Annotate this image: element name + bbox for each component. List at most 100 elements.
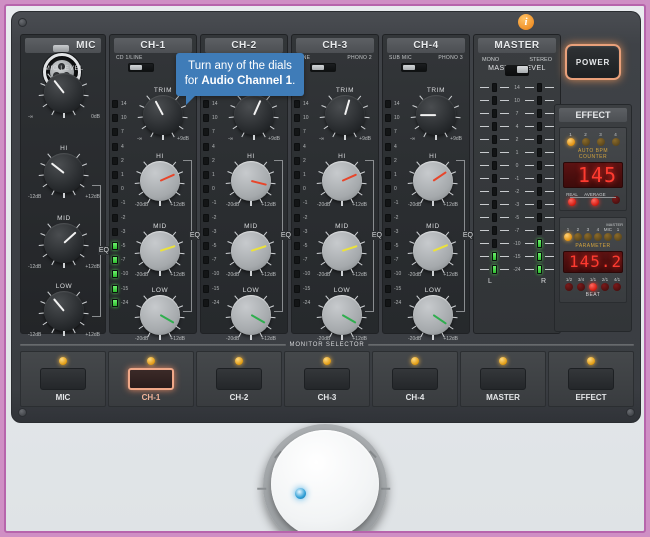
- monitor-button-ch-3[interactable]: CH-3: [284, 351, 370, 407]
- channel-strips: MIC MIC LEVEL -∞ 0dB HI -12dB +12dB MID -12dB +1…: [20, 34, 634, 342]
- mic-eq-bracket: EQ: [92, 185, 110, 317]
- master-led-left: [491, 174, 497, 183]
- monitor-button-effect[interactable]: EFFECT: [548, 351, 634, 407]
- ch-3-source-switch[interactable]: LINE PHONO 2: [292, 55, 378, 72]
- monitor-pad[interactable]: [40, 367, 86, 390]
- monitor-pad[interactable]: [392, 367, 438, 390]
- monitor-label: CH-2: [229, 392, 249, 402]
- ch-4-hi-dial[interactable]: [413, 161, 453, 206]
- mic-knob-mic-level: MIC LEVEL -∞ 0dB: [21, 65, 107, 120]
- tooltip-callout: Turn any of the dials for Audio Channel …: [176, 53, 304, 106]
- jog-position-led: [295, 488, 306, 499]
- monitor-caption: MONITOR SELECTOR: [289, 342, 365, 348]
- monitor-button-ch-1[interactable]: CH-1: [108, 351, 194, 407]
- strip-master-title: MASTER: [478, 38, 556, 53]
- master-led-left: [491, 83, 497, 92]
- bpm-mode-2[interactable]: [611, 195, 620, 204]
- bpm-lamp-0[interactable]: 1: [566, 132, 575, 146]
- ch-4-trim-dial[interactable]: [416, 95, 456, 140]
- bpm-lamp-3[interactable]: 4: [611, 132, 620, 146]
- ch-1-trim-dial[interactable]: [143, 95, 183, 140]
- tooltip-text-1: Turn any of the: [188, 60, 269, 72]
- bpm-lamp-row: 1234: [563, 132, 623, 146]
- beat-4[interactable]: 4/1: [613, 277, 621, 291]
- power-button[interactable]: POWER: [565, 44, 621, 80]
- monitor-label: CH-4: [405, 392, 425, 402]
- xlr-latch-tab: [53, 45, 69, 52]
- param-lamp-2[interactable]: 3: [583, 227, 592, 241]
- master-led-right: [537, 239, 543, 248]
- ch-3-hi-dial[interactable]: [322, 161, 362, 206]
- monitor-button-master[interactable]: MASTER: [460, 351, 546, 407]
- mic-knob-low-dial[interactable]: [44, 291, 84, 336]
- ch-2-mid-dial[interactable]: [231, 231, 271, 276]
- master-meter: 14 10 7 4 2 1 0 -1 -2 -3 -5 -7 -10 -15 -24: [480, 81, 554, 276]
- master-led-left: [491, 265, 497, 274]
- mic-knob-hi-dial[interactable]: [44, 153, 84, 198]
- master-led-right: [537, 148, 543, 157]
- mic-knob-mic-level-dial[interactable]: [44, 73, 84, 118]
- monitor-pad[interactable]: [128, 367, 174, 390]
- param-lamp-5[interactable]: 1: [613, 227, 622, 241]
- ch-1-mid-dial[interactable]: [140, 231, 180, 276]
- ch-3-trim-dial[interactable]: [325, 95, 365, 140]
- ch-3-eq-bracket: EQ: [365, 160, 383, 312]
- beat-3[interactable]: 2/1: [601, 277, 609, 291]
- ch-4-low-dial[interactable]: [413, 295, 453, 340]
- master-led-left: [491, 161, 497, 170]
- master-led-right: [537, 200, 543, 209]
- ch-2-low-dial[interactable]: [231, 295, 271, 340]
- app-frame: MIC MIC LEVEL -∞ 0dB HI -12dB +12dB MID -12dB +1…: [4, 4, 646, 533]
- bpm-mode-0[interactable]: REAL: [566, 192, 578, 206]
- mic-knob-mid-dial[interactable]: [44, 223, 84, 268]
- bpm-mode-1[interactable]: AVERAGE: [584, 192, 606, 206]
- effect-title: EFFECT: [559, 108, 627, 122]
- strip-ch-4: CH-4 SUB MIC PHONO 3 14 10 7 4 2 1 0 -1 -2 -3 -5 -7 -10…: [382, 34, 474, 342]
- mixer-body: MIC MIC LEVEL -∞ 0dB HI -12dB +12dB MID -12dB +1…: [11, 11, 641, 423]
- strip-ch-1-title: CH-1: [114, 38, 192, 53]
- master-led-right: [537, 83, 543, 92]
- monitor-led: [147, 356, 155, 365]
- monitor-button-ch-2[interactable]: CH-2: [196, 351, 282, 407]
- master-led-right: [537, 109, 543, 118]
- ch-4-mid-dial[interactable]: [413, 231, 453, 276]
- monitor-led: [59, 356, 67, 365]
- ch-1-eq-bracket: EQ: [183, 160, 201, 312]
- ch-2-hi-dial[interactable]: [231, 161, 271, 206]
- ch-1-low-dial[interactable]: [140, 295, 180, 340]
- master-led-right: [537, 252, 543, 261]
- mono-stereo-switch[interactable]: MONO STEREO: [474, 57, 560, 76]
- param-lamp-0[interactable]: 1: [563, 227, 572, 241]
- parameter-lamp-row: 1 2 3 4 MIC 1: [563, 227, 623, 241]
- param-lamp-1[interactable]: 2: [573, 227, 582, 241]
- ch-4-source-switch[interactable]: SUB MIC PHONO 3: [383, 55, 469, 72]
- parameter-box: MASTER 1 2 3 4 MIC 1 PARAMETER 145.2 1/2 3/4 1/…: [559, 217, 627, 303]
- monitor-pad[interactable]: [568, 367, 614, 390]
- monitor-button-mic[interactable]: MIC: [20, 351, 106, 407]
- beat-0[interactable]: 1/2: [565, 277, 573, 291]
- monitor-pad[interactable]: [216, 367, 262, 390]
- monitor-button-ch-4[interactable]: CH-4: [372, 351, 458, 407]
- ch-2-eq-bracket: EQ: [274, 160, 292, 312]
- bpm-lamp-1[interactable]: 2: [581, 132, 590, 146]
- ch-2-trim-dial[interactable]: [234, 95, 274, 140]
- ch-3-mid-dial[interactable]: [322, 231, 362, 276]
- monitor-pad[interactable]: [480, 367, 526, 390]
- beat-2[interactable]: 1/1: [589, 277, 597, 291]
- jog-wheel-surface[interactable]: [271, 430, 379, 531]
- ch-3-low-dial[interactable]: [322, 295, 362, 340]
- strip-ch-3: CH-3 LINE PHONO 2 14 10 7 4 2 1 0 -1 -2 -3 -5 -7 -10 -15…: [291, 34, 383, 342]
- ch-1-hi-dial[interactable]: [140, 161, 180, 206]
- jog-wheel[interactable]: [257, 424, 391, 531]
- info-icon[interactable]: i: [518, 14, 534, 30]
- param-lamp-4[interactable]: MIC: [604, 227, 612, 241]
- monitor-button-row: MIC CH-1 CH-2 CH-3 CH-4 MASTER EFFECT: [20, 351, 634, 407]
- bpm-lamp-2[interactable]: 3: [596, 132, 605, 146]
- bpm-counter-box: 1234 AUTO BPM COUNTER 145 REAL AVERAGE: [559, 127, 627, 211]
- monitor-pad[interactable]: [304, 367, 350, 390]
- monitor-led: [587, 356, 595, 365]
- param-lamp-3[interactable]: 4: [593, 227, 602, 241]
- master-led-right: [537, 122, 543, 131]
- beat-1[interactable]: 3/4: [577, 277, 585, 291]
- strip-master: MASTER MONO STEREO MASTER LEVEL dB 14107…: [473, 34, 561, 334]
